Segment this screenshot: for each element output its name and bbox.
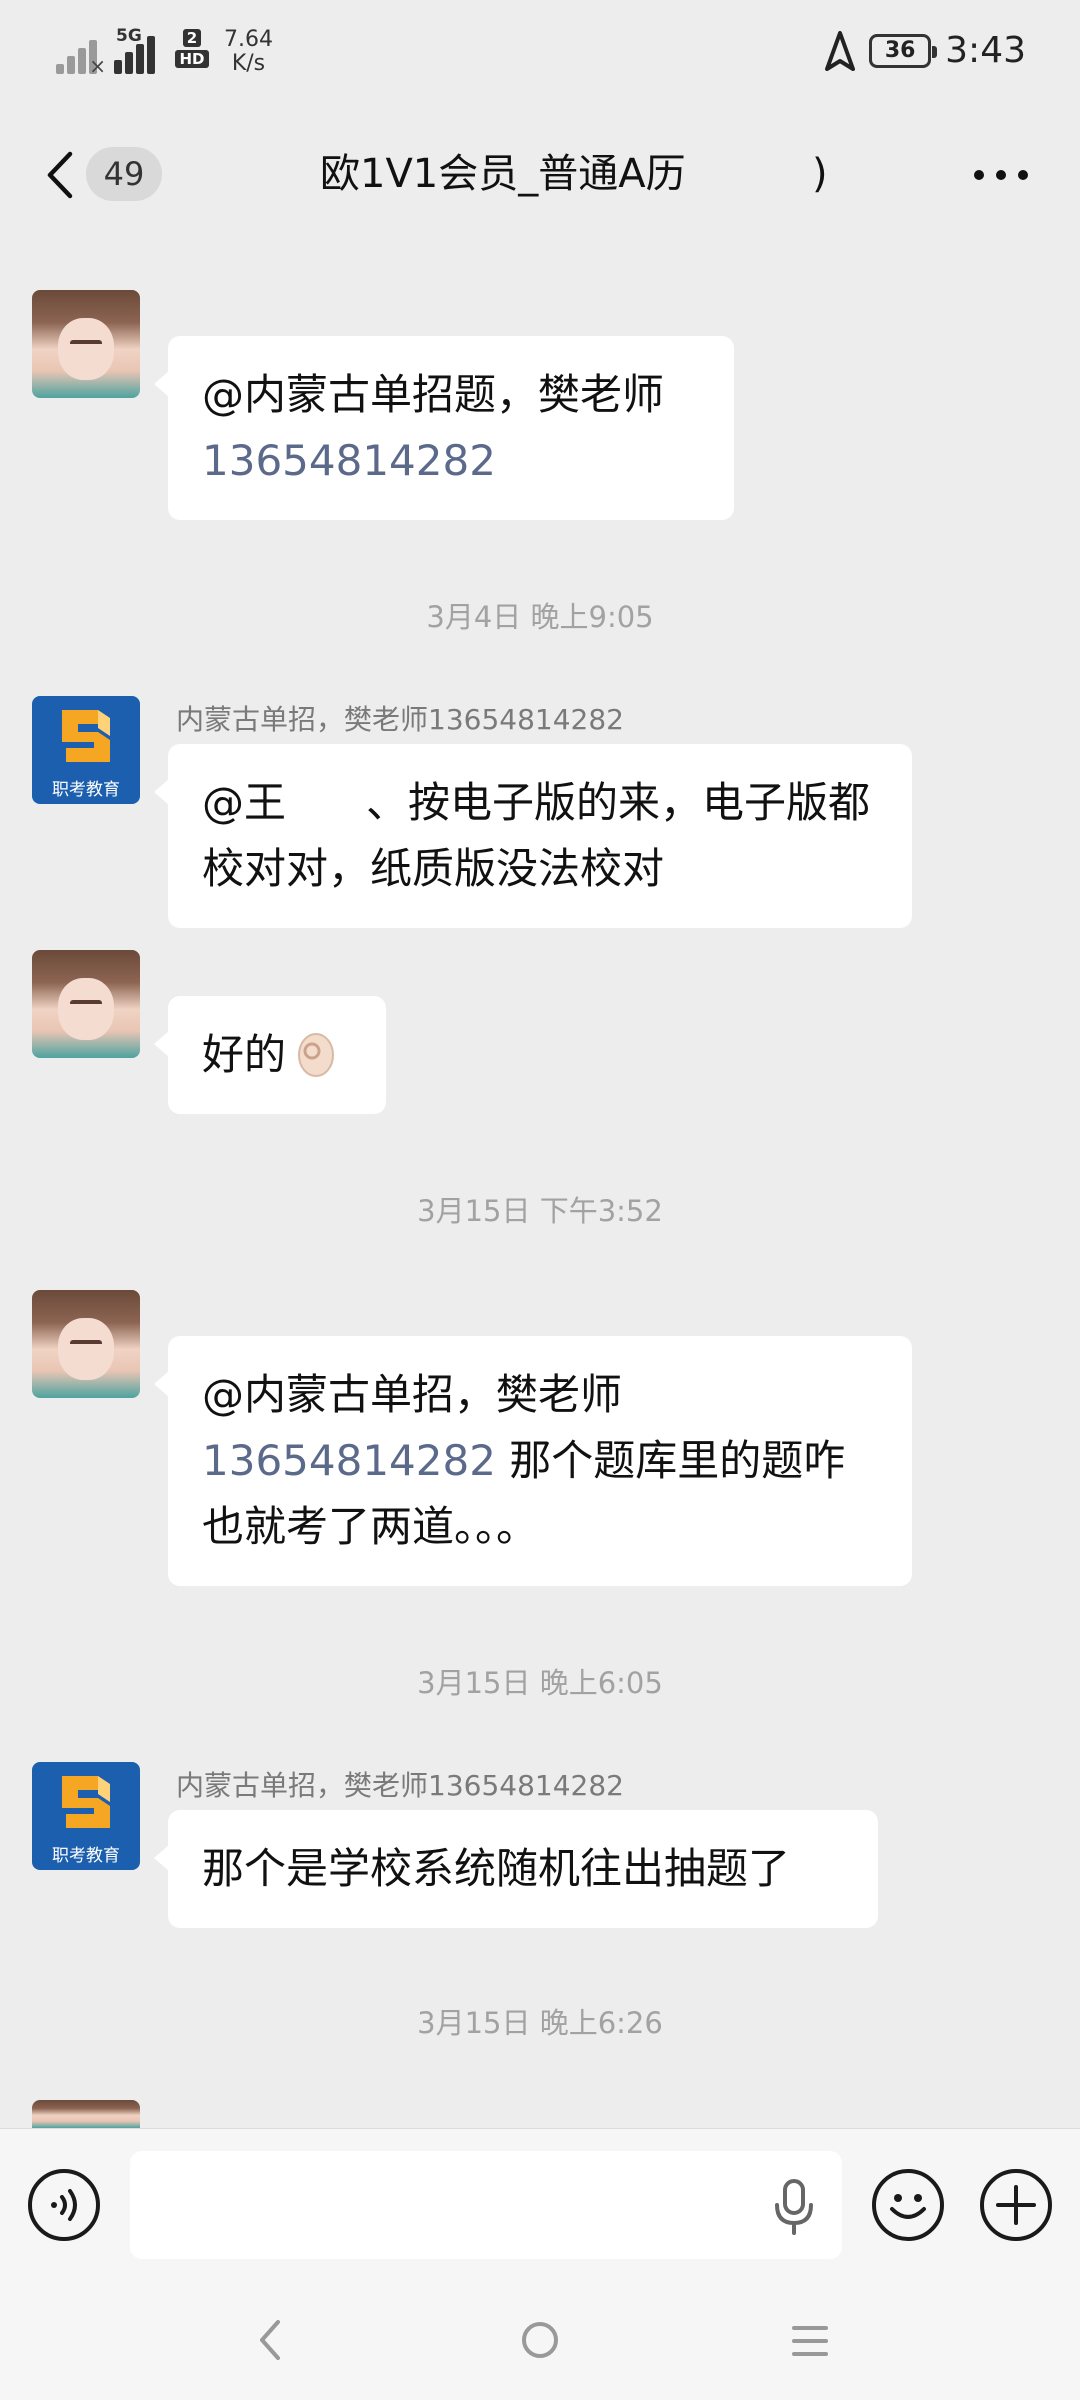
emoji-icon bbox=[890, 2194, 926, 2219]
phone-link[interactable]: 13654814282 bbox=[202, 436, 496, 485]
timestamp: 3月4日 晚上9:05 bbox=[426, 600, 654, 634]
status-right: 36 3:43 bbox=[825, 30, 1026, 71]
timestamp: 3月15日 下午3:52 bbox=[417, 1194, 663, 1228]
timestamp: 3月15日 晚上6:05 bbox=[417, 1666, 663, 1700]
chat-header: 49 欧1V1会员_普通A历 ) bbox=[0, 110, 1080, 240]
back-arrow-icon[interactable] bbox=[40, 150, 80, 200]
microphone-icon[interactable] bbox=[772, 2179, 816, 2235]
signal-5g-icon: 5G bbox=[114, 26, 160, 74]
message-input[interactable] bbox=[130, 2151, 842, 2259]
avatar[interactable] bbox=[32, 290, 140, 398]
voice-toggle-icon bbox=[51, 2189, 77, 2221]
message-bubble[interactable]: 那个是学校系统随机往出抽题了 bbox=[154, 1810, 878, 1928]
message-bubble[interactable]: @王 、按电子版的来，电子版都校对对，纸质版没法校对 bbox=[154, 744, 912, 928]
signal-sim1-icon: × bbox=[56, 28, 106, 78]
name-redaction bbox=[286, 780, 367, 831]
message-bubble[interactable]: @内蒙古单招题，樊老师 13654814282 bbox=[154, 336, 734, 520]
ok-hand-emoji-icon bbox=[298, 1033, 335, 1077]
nav-recents-icon[interactable] bbox=[792, 2326, 828, 2356]
org-avatar-text: 职考教育 bbox=[52, 1846, 120, 1866]
avatar[interactable] bbox=[32, 2100, 140, 2128]
input-bar bbox=[0, 2128, 1080, 2280]
sender-name: 内蒙古单招，樊老师13654814282 bbox=[176, 1769, 624, 1802]
plus-icon bbox=[996, 2185, 1036, 2225]
timestamp: 3月15日 晚上6:26 bbox=[417, 2006, 663, 2040]
chat-title-tail: ) bbox=[812, 151, 828, 197]
avatar[interactable]: 职考教育 bbox=[32, 1762, 140, 1870]
network-speed: 7.64 K/s bbox=[224, 27, 273, 76]
avatar[interactable]: 职考教育 bbox=[32, 696, 140, 804]
more-options-icon[interactable] bbox=[974, 170, 1028, 182]
sender-name: 内蒙古单招，樊老师13654814282 bbox=[176, 703, 624, 736]
unread-count-badge[interactable]: 49 bbox=[86, 147, 162, 201]
nav-back-icon[interactable] bbox=[250, 2316, 290, 2364]
more-functions-button[interactable] bbox=[980, 2169, 1052, 2241]
battery-icon: 36 bbox=[869, 33, 938, 68]
nav-home-icon[interactable] bbox=[522, 2322, 558, 2358]
message-bubble[interactable]: 好的 bbox=[154, 996, 386, 1114]
clock: 3:43 bbox=[945, 30, 1026, 71]
avatar[interactable] bbox=[32, 1290, 140, 1398]
system-nav-bar bbox=[0, 2280, 1080, 2400]
hd-volte-icon: 2 HD bbox=[174, 28, 210, 72]
navigation-arrow-icon bbox=[825, 30, 856, 71]
phone-link[interactable]: 13654814282 bbox=[202, 1436, 496, 1485]
org-avatar-text: 职考教育 bbox=[52, 780, 120, 800]
message-bubble[interactable]: @内蒙古单招，樊老师 13654814282 那个题库里的题咋也就考了两道。。。 bbox=[154, 1336, 912, 1586]
org-logo-icon bbox=[62, 1776, 110, 1828]
status-left: × 5G 2 HD 7.64 K/s bbox=[56, 26, 273, 78]
voice-toggle-button[interactable] bbox=[28, 2169, 100, 2241]
emoji-button[interactable] bbox=[872, 2169, 944, 2241]
status-bar: × 5G 2 HD 7.64 K/s 36 3:43 bbox=[0, 0, 1080, 110]
avatar[interactable] bbox=[32, 950, 140, 1058]
org-logo-icon bbox=[62, 710, 110, 762]
